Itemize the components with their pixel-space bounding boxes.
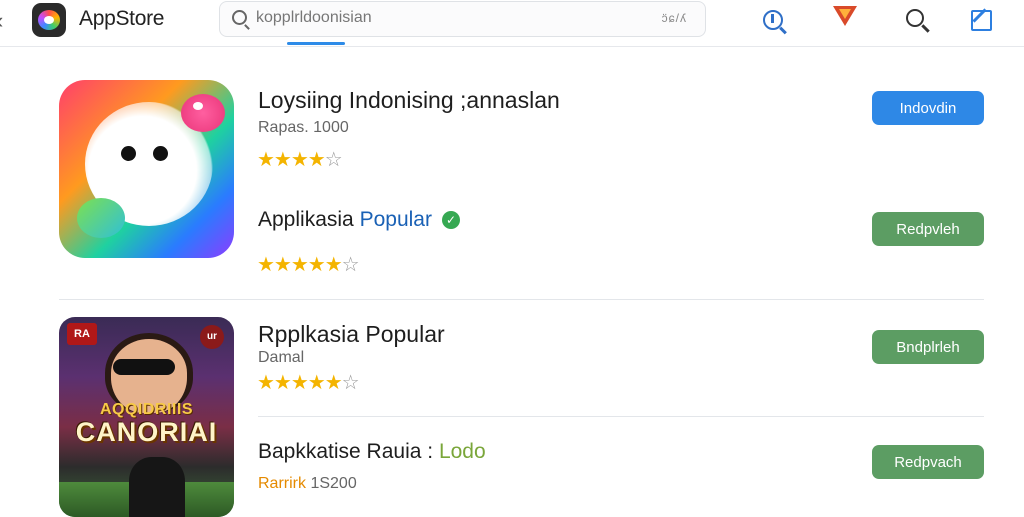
discover-icon[interactable] <box>760 7 786 33</box>
active-tab-indicator <box>287 42 345 45</box>
shield-icon[interactable] <box>832 6 858 28</box>
game-app-icon[interactable]: RA ur AQQIDRIIIS CANORIAI <box>59 317 234 517</box>
app-title: AppStore <box>79 7 165 30</box>
top-bar: ‹ AppStore kopplrldoonisian ɔ̈ɕ/ʎ <box>0 0 1024 47</box>
list-item-subtitle: Damal <box>258 349 305 366</box>
search-icon <box>232 10 247 25</box>
verified-check-icon: ✓ <box>441 211 460 229</box>
search-input[interactable]: kopplrldoonisian <box>256 9 372 27</box>
list-item-title[interactable]: Rpplkasia Popular <box>258 321 445 348</box>
back-chevron-icon[interactable]: ‹ <box>0 8 3 34</box>
featured-app-meta: Rapas. 1000 <box>258 119 349 136</box>
popular-get-button[interactable]: Redpvleh <box>872 212 984 246</box>
list-item-subtitle: Rarrirk 1S200 <box>258 475 357 492</box>
edit-icon[interactable] <box>969 7 995 33</box>
featured-app-icon[interactable] <box>59 80 234 258</box>
featured-app-title[interactable]: Loysiing Indonising ;annaslan <box>258 87 560 114</box>
list-item-get-button[interactable]: Redpvach <box>872 445 984 479</box>
featured-rating-stars: ★★★★☆ <box>257 149 343 171</box>
popular-rating-stars: ★★★★★☆ <box>257 254 360 276</box>
list-item-get-button[interactable]: Bndplrleh <box>872 330 984 364</box>
popular-label: Applikasia Popular ✓ <box>258 208 460 232</box>
search-clear-icon[interactable]: ɔ̈ɕ/ʎ <box>662 11 687 25</box>
divider <box>258 416 984 417</box>
list-item-rating-stars: ★★★★★☆ <box>257 372 360 394</box>
divider <box>59 299 984 300</box>
list-item-title[interactable]: Bapkkatise Rauia : Lodo <box>258 440 486 464</box>
featured-install-button[interactable]: Indovdin <box>872 91 984 125</box>
search-bar[interactable]: kopplrldoonisian ɔ̈ɕ/ʎ <box>219 1 706 37</box>
app-store-logo-icon <box>32 3 66 37</box>
search-icon[interactable] <box>904 7 930 33</box>
